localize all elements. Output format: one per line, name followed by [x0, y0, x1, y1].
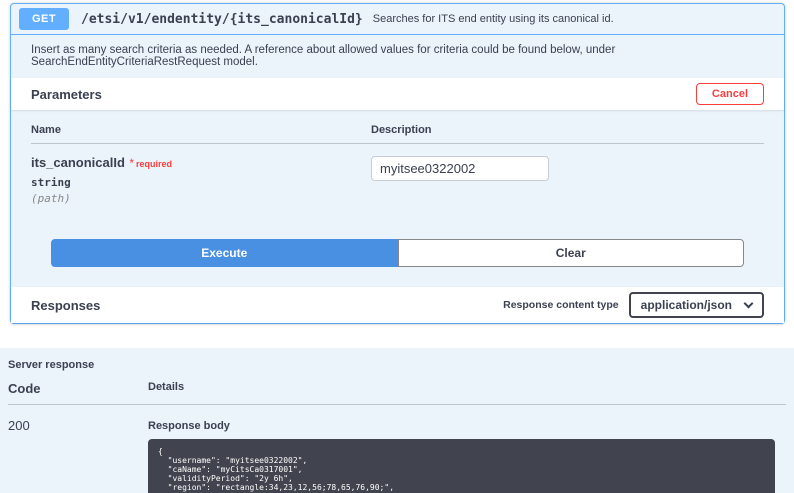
operation-block-get: GET /etsi/v1/endentity/{its_canonicalId}…: [10, 3, 785, 324]
response-content-type-label: Response content type: [503, 299, 619, 311]
parameters-table: Name Description its_canonicalId *requir…: [11, 110, 784, 287]
response-content-type-select[interactable]: application/json: [629, 292, 764, 318]
parameter-info: its_canonicalId *required string (path): [31, 144, 371, 205]
response-body-label: Response body: [148, 420, 786, 432]
chevron-down-icon: [744, 299, 754, 309]
column-header-description: Description: [371, 124, 764, 144]
response-content-type-wrap: Response content type application/json: [503, 292, 764, 318]
execute-button[interactable]: Execute: [51, 239, 398, 267]
status-code: 200: [8, 405, 148, 493]
clear-button[interactable]: Clear: [398, 239, 745, 267]
response-body-code: { "username": "myitsee0322002", "caName"…: [148, 439, 775, 493]
responses-header: Responses Response content type applicat…: [11, 287, 784, 323]
server-response-title: Server response: [8, 356, 786, 381]
parameters-header: Parameters Cancel: [11, 78, 784, 110]
required-label: required: [136, 159, 172, 169]
response-content-type-value: application/json: [641, 298, 732, 312]
parameter-location: (path): [31, 192, 371, 205]
response-body-json: { "username": "myitsee0322002", "caName"…: [158, 447, 394, 493]
parameter-name: its_canonicalId: [31, 155, 125, 170]
parameter-value-input[interactable]: [371, 156, 549, 181]
cancel-button[interactable]: Cancel: [696, 83, 764, 105]
execute-row: Execute Clear: [31, 205, 764, 287]
column-header-details: Details: [148, 381, 786, 405]
parameter-value-cell: [371, 144, 764, 205]
operation-summary[interactable]: GET /etsi/v1/endentity/{its_canonicalId}…: [11, 4, 784, 35]
response-details: Response body { "username": "myitsee0322…: [148, 405, 786, 493]
operation-description: Insert as many search criteria as needed…: [11, 35, 784, 78]
column-header-name: Name: [31, 124, 371, 144]
endpoint-path[interactable]: /etsi/v1/endentity/{its_canonicalId}: [81, 12, 363, 27]
endpoint-summary: Searches for ITS end entity using its ca…: [373, 13, 614, 25]
parameters-title: Parameters: [31, 87, 102, 102]
required-star: *: [129, 156, 134, 170]
server-response-section: Server response Code Details 200 Respons…: [0, 348, 794, 493]
parameter-type: string: [31, 176, 371, 189]
http-method-badge[interactable]: GET: [19, 8, 69, 30]
column-header-code: Code: [8, 381, 148, 405]
responses-title: Responses: [31, 298, 100, 313]
